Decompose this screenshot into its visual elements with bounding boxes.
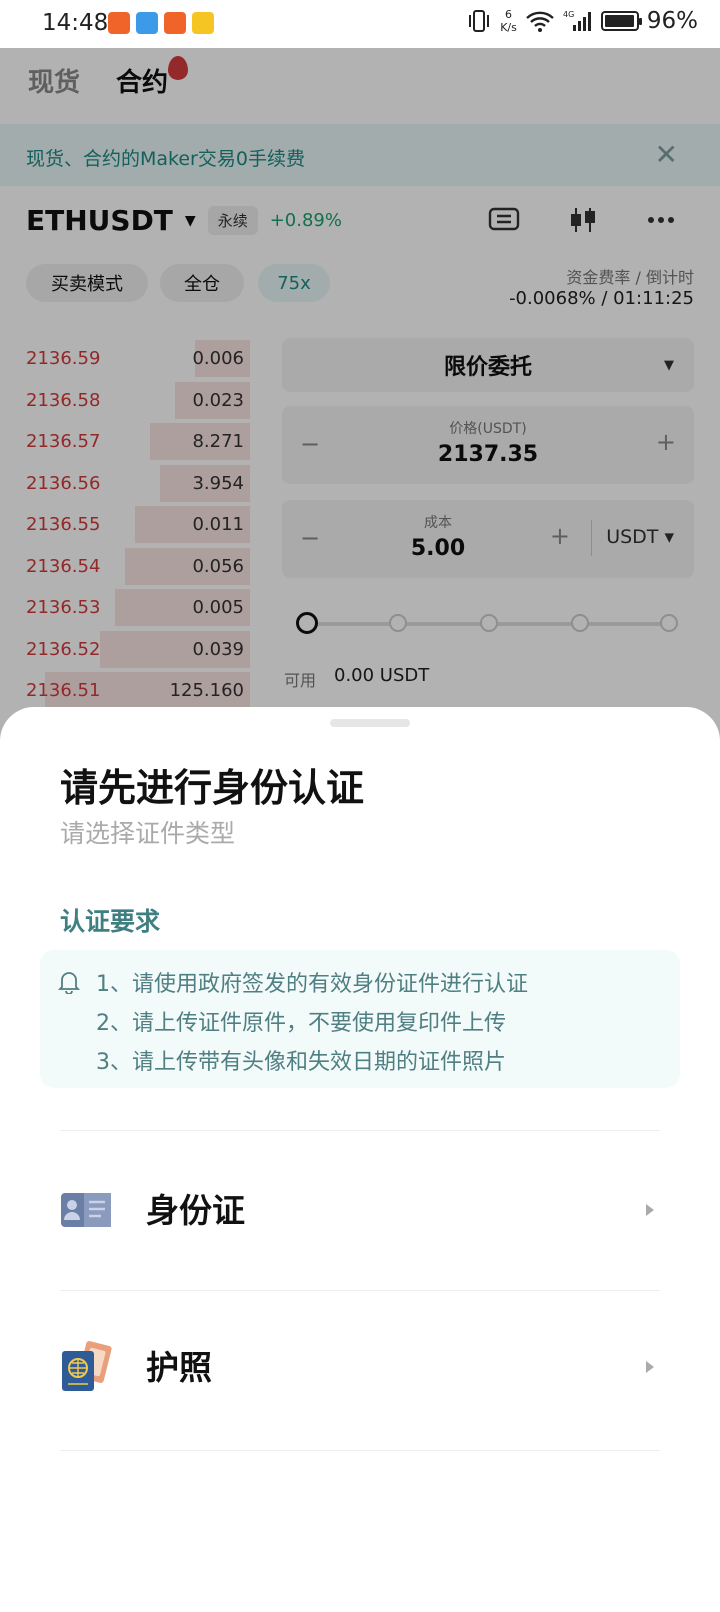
requirement-item: 2、请上传证件原件，不要使用复印件上传 <box>96 1011 506 1036</box>
svg-text:4G: 4G <box>563 10 574 19</box>
sheet-subtitle: 请选择证件类型 <box>60 819 236 848</box>
weather-notification-icon <box>136 12 158 34</box>
app-notification-icon <box>164 12 186 34</box>
chevron-right-icon <box>646 1361 654 1373</box>
passport-icon <box>62 1341 112 1391</box>
verification-sheet: 请先进行身份认证 请选择证件类型 认证要求 1、请使用政府签发的有效身份证件进行… <box>0 707 720 1612</box>
requirement-item: 3、请上传带有头像和失效日期的证件照片 <box>96 1050 506 1075</box>
requirements-box: 1、请使用政府签发的有效身份证件进行认证 2、请上传证件原件，不要使用复印件上传… <box>40 950 680 1088</box>
vibrate-icon <box>469 10 490 32</box>
requirement-item: 1、请使用政府签发的有效身份证件进行认证 <box>96 972 528 997</box>
divider <box>60 1450 660 1451</box>
id-card-icon <box>61 1193 111 1227</box>
network-speed: 6 K/s <box>500 8 517 34</box>
app-notification-icon <box>108 12 130 34</box>
requirements-title: 认证要求 <box>60 907 161 936</box>
battery-icon <box>600 11 642 31</box>
cellular-signal-icon: 4G <box>563 10 591 31</box>
battery-percent: 96% <box>646 8 698 34</box>
wifi-icon <box>526 11 554 32</box>
option-id-card[interactable]: 身份证 <box>0 1131 720 1289</box>
status-bar: 14:48 6 K/s 4G 96% <box>0 0 720 48</box>
sheet-title: 请先进行身份认证 <box>60 766 365 810</box>
weather-notification-icon <box>192 12 214 34</box>
sheet-drag-handle[interactable] <box>330 719 410 727</box>
bell-icon <box>58 972 80 994</box>
option-label: 身份证 <box>146 1191 245 1230</box>
clock: 14:48 <box>42 10 109 36</box>
option-passport[interactable]: 护照 <box>0 1291 720 1449</box>
option-label: 护照 <box>146 1348 212 1387</box>
chevron-right-icon <box>646 1204 654 1216</box>
